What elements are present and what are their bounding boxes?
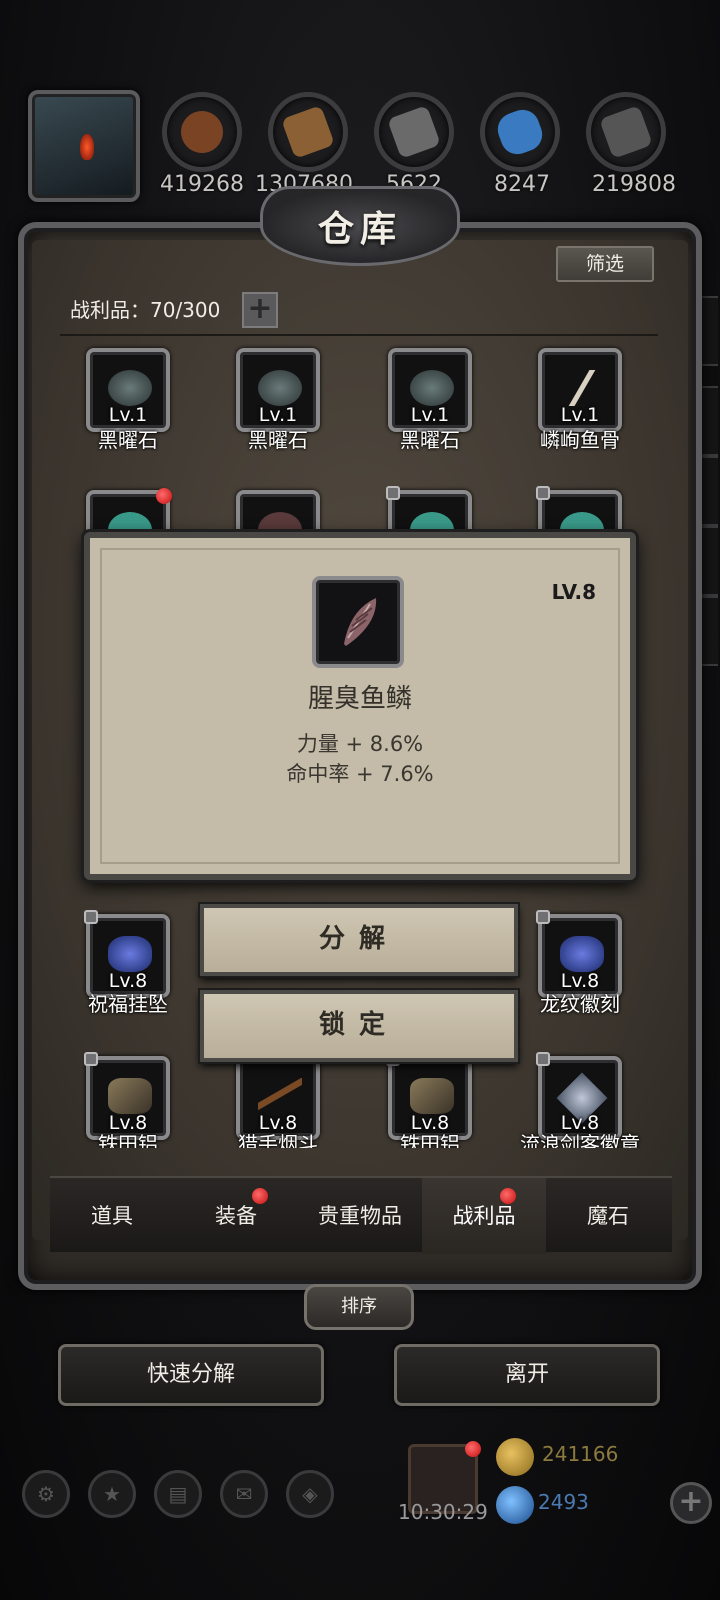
stone-slabs-icon [387,105,441,159]
tab-label: 战利品 [452,1204,516,1228]
item-level: Lv.1 [108,404,148,426]
stat-line: 力量 + 8.6% [296,732,424,756]
diamond-icon [496,1486,534,1524]
resource-count: 8247 [494,172,550,197]
quick-decompose-button[interactable]: 快速分解 [58,1344,324,1406]
item-slot[interactable]: Lv.1 [538,348,622,432]
sort-button[interactable]: 排序 [304,1284,414,1330]
resource-count: 219808 [592,172,676,197]
new-badge [156,488,172,504]
item-name: 铁田铝 [400,1132,460,1148]
lock-icon [536,486,550,500]
lock-icon [84,1052,98,1066]
add-capacity-button[interactable]: + [242,292,278,328]
page-title: 仓库 [317,208,402,250]
item-slot[interactable]: Lv.1 [388,348,472,432]
stat-line: 命中率 + 7.6% [286,762,434,786]
popup-level: LV.8 [551,580,596,604]
item-level: Lv.1 [258,404,298,426]
add-currency-button[interactable]: + [670,1482,712,1524]
wood-logs-icon [175,105,229,159]
tab-label: 贵重物品 [318,1204,402,1228]
item-name-title: 腥臭鱼鳞 [307,684,412,714]
gem-amount: 2493 [538,1490,589,1514]
gold-amount: 241166 [542,1442,619,1466]
obsidian-stone-icon [410,370,454,406]
resource-plank-icon[interactable] [268,92,348,172]
lock-button[interactable]: 锁定 [200,990,518,1062]
lock-icon [536,1052,550,1066]
tab-loot[interactable]: 战利品 [422,1178,546,1254]
resource-stone-icon[interactable] [374,92,454,172]
item-name: 龙纹徽刻 [540,992,620,1016]
obsidian-stone-icon [258,370,302,406]
item-name: 铁田铝 [98,1132,158,1148]
tab-label: 装备 [215,1204,257,1228]
item-name: 黑曜石 [98,428,158,452]
leave-button[interactable]: 离开 [394,1344,660,1406]
decompose-button[interactable]: 分解 [200,904,518,976]
dragon-pendant-icon [560,936,604,972]
blue-crystal-icon [493,105,547,159]
resource-wood-icon[interactable] [162,92,242,172]
divider [60,334,658,336]
hunter-pipe-icon [258,1078,302,1114]
notification-badge [252,1188,268,1204]
iron-claw-icon [410,1078,454,1114]
star-icon[interactable]: ★ [88,1470,136,1518]
book-icon[interactable]: ▤ [154,1470,202,1518]
item-detail-popup: LV.8 腥臭鱼鳞 力量 + 8.6% 命中率 + 7.6% [84,532,636,880]
player-portrait[interactable] [28,90,140,202]
item-name: 流浪剑客徽章 [520,1132,640,1148]
item-name: 嶙峋鱼骨 [540,428,620,452]
iron-claw-icon [108,1078,152,1114]
gift-timer: 10:30:29 [398,1500,488,1524]
item-slot[interactable]: Lv.1 [86,348,170,432]
settings-icon[interactable]: ⚙ [22,1470,70,1518]
fish-bone-icon [560,370,604,406]
tab-valuables[interactable]: 贵重物品 [298,1178,422,1254]
mail-icon[interactable]: ✉ [220,1470,268,1518]
resource-crystal-icon[interactable] [480,92,560,172]
iron-ingot-icon [599,105,653,159]
lock-icon [386,486,400,500]
item-name: 祝福挂坠 [88,992,168,1016]
flame-icon [80,134,94,160]
resource-iron-icon[interactable] [586,92,666,172]
tab-equipment[interactable]: 装备 [174,1178,298,1254]
item-level: Lv.1 [560,404,600,426]
tab-label: 魔石 [587,1204,629,1228]
filter-button[interactable]: 筛选 [556,246,654,282]
item-name: 黑曜石 [248,428,308,452]
lock-icon [84,910,98,924]
lock-icon [536,910,550,924]
notification-badge [465,1441,481,1457]
tab-items[interactable]: 道具 [50,1178,174,1254]
item-level: Lv.1 [410,404,450,426]
gold-coin-icon [496,1438,534,1476]
fish-scale-icon [344,598,377,646]
tab-label: 道具 [91,1204,133,1228]
item-slot[interactable]: Lv.8 [84,910,170,998]
blessing-pendant-icon [108,936,152,972]
item-slot[interactable]: Lv.8 [536,910,622,998]
capacity-label: 战利品：70/300 [70,298,221,322]
item-icon-frame [312,576,404,668]
item-slot[interactable]: Lv.1 [236,348,320,432]
category-tabs: 道具 装备 贵重物品 战利品 魔石 [50,1176,672,1254]
planks-icon [281,105,335,159]
obsidian-stone-icon [108,370,152,406]
item-name: 猎手烟斗 [238,1132,318,1148]
item-name: 黑曜石 [400,428,460,452]
notification-badge [500,1188,516,1204]
gift-box-icon[interactable]: ◈ [286,1470,334,1518]
tab-magic-stone[interactable]: 魔石 [546,1178,670,1254]
